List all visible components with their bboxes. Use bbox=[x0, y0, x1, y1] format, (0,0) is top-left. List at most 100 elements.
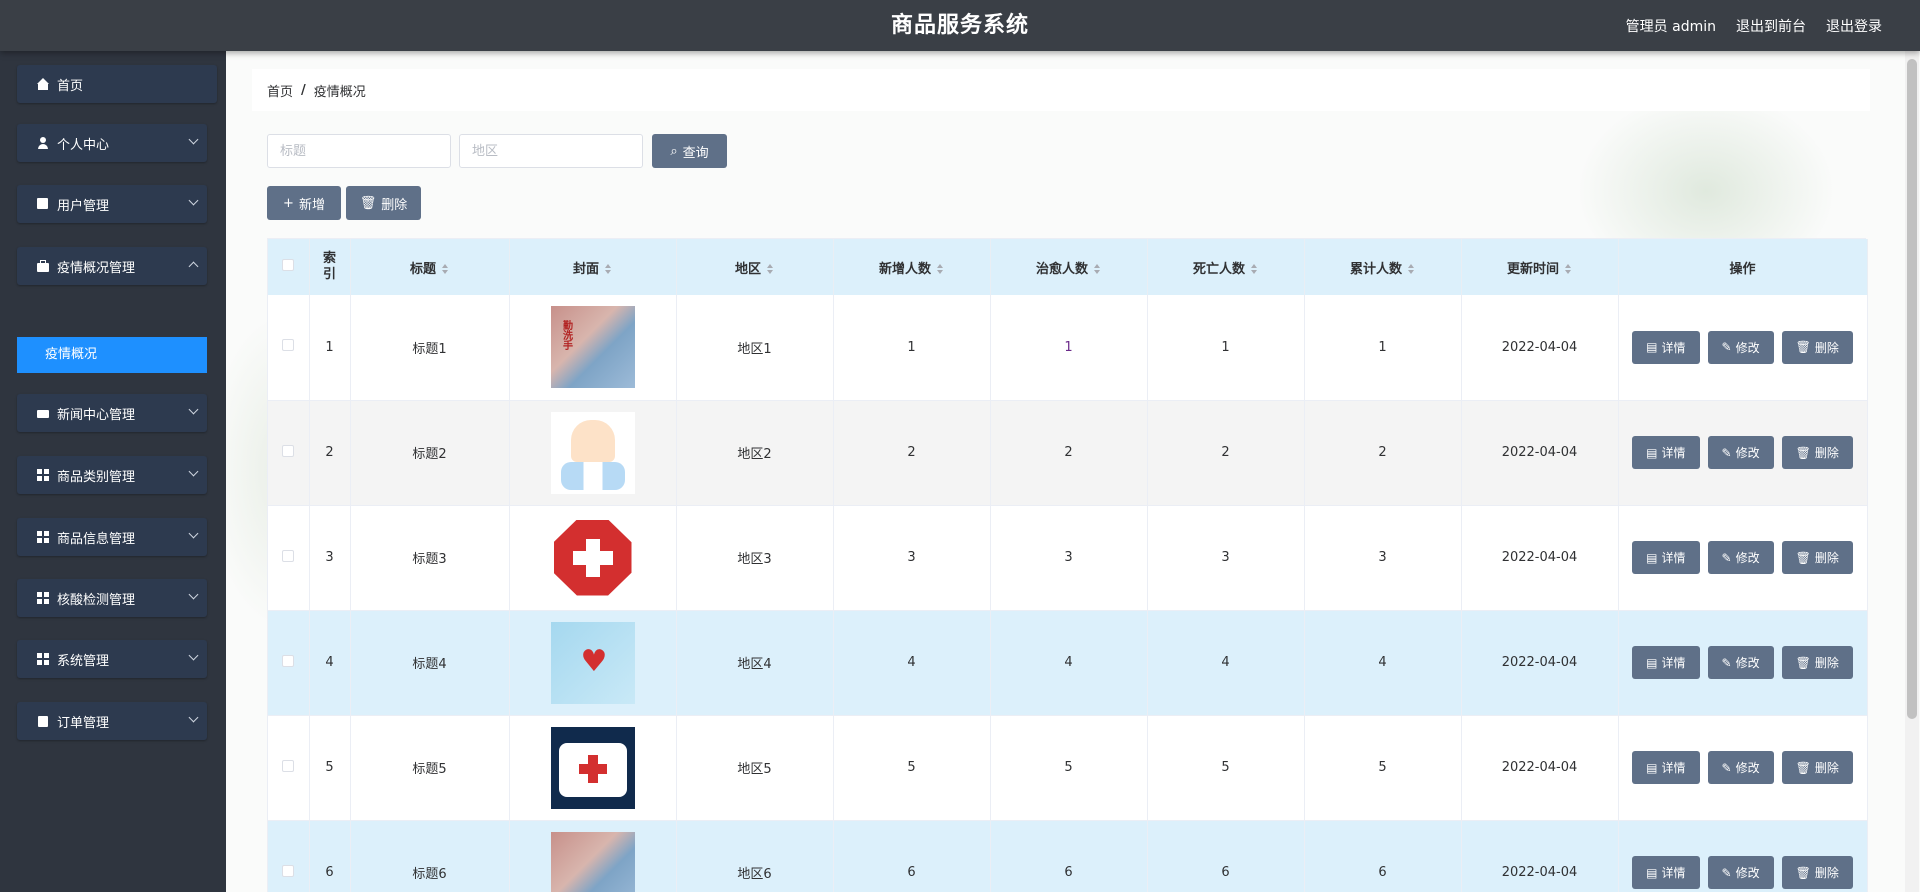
main-content: 首页 / 疫情概况 ⌕ 查询 + 新增 🗑 删除 索引 标题 bbox=[226, 51, 1920, 892]
delete-button[interactable]: 🗑 删除 bbox=[1781, 646, 1853, 679]
sidebar-item-users[interactable]: 用户管理 bbox=[17, 185, 207, 223]
row-select-cell[interactable] bbox=[268, 505, 310, 611]
table-header-row: 索引 标题 封面 地区 新增人数 治愈人数 死亡人数 累计人数 更新时间 操作 bbox=[268, 239, 1868, 295]
table-row: 6 标题6 地区6 6 6 6 6 2022-04-04 ▤ 详情 ✎ 修改 🗑 删除 bbox=[268, 820, 1868, 892]
sidebar-item-product-category[interactable]: 商品类别管理 bbox=[17, 456, 207, 494]
sort-icon[interactable] bbox=[766, 264, 774, 274]
header-title[interactable]: 标题 bbox=[350, 239, 510, 295]
cell-ops: ▤ 详情 ✎ 修改 🗑 删除 bbox=[1618, 820, 1868, 892]
cell-updated: 2022-04-04 bbox=[1461, 715, 1619, 821]
exit-to-front-link[interactable]: 退出到前台 bbox=[1736, 16, 1806, 36]
sidebar-subitem-epidemic-overview[interactable]: 疫情概况 bbox=[17, 337, 207, 373]
document-icon: ▤ bbox=[1646, 340, 1658, 355]
vertical-scrollbar[interactable] bbox=[1905, 51, 1919, 892]
edit-button[interactable]: ✎ 修改 bbox=[1707, 751, 1774, 784]
row-checkbox[interactable] bbox=[282, 759, 295, 772]
cell-cured: 1 bbox=[990, 295, 1148, 401]
row-select-cell[interactable] bbox=[268, 295, 310, 401]
sidebar-item-product-info[interactable]: 商品信息管理 bbox=[17, 518, 207, 556]
sort-icon[interactable] bbox=[604, 264, 612, 274]
cell-region: 地区2 bbox=[676, 400, 834, 506]
detail-button[interactable]: ▤ 详情 bbox=[1632, 646, 1700, 679]
sort-icon[interactable] bbox=[1250, 264, 1258, 274]
sort-icon[interactable] bbox=[441, 264, 449, 274]
row-select-cell[interactable] bbox=[268, 715, 310, 821]
sidebar-item-profile[interactable]: 个人中心 bbox=[17, 124, 207, 162]
edit-button[interactable]: ✎ 修改 bbox=[1707, 856, 1774, 889]
row-checkbox[interactable] bbox=[282, 549, 295, 562]
detail-button[interactable]: ▤ 详情 bbox=[1632, 751, 1700, 784]
row-checkbox[interactable] bbox=[282, 864, 295, 877]
cell-title: 标题1 bbox=[350, 295, 510, 401]
breadcrumb-home[interactable]: 首页 bbox=[267, 81, 293, 100]
chevron-up-icon bbox=[188, 261, 199, 272]
row-actions: ▤ 详情 ✎ 修改 🗑 删除 bbox=[1619, 330, 1867, 364]
chevron-down-icon bbox=[188, 466, 199, 477]
sort-icon[interactable] bbox=[936, 264, 944, 274]
delete-button-label: 删除 bbox=[1814, 761, 1839, 775]
delete-button[interactable]: 🗑 删除 bbox=[1781, 436, 1853, 469]
detail-button[interactable]: ▤ 详情 bbox=[1632, 330, 1700, 364]
sidebar-item-label: 首页 bbox=[57, 78, 84, 94]
table-row: 2 标题2 地区2 2 2 2 2 2022-04-04 ▤ 详情 ✎ 修改 🗑 删除 bbox=[268, 400, 1868, 506]
sort-icon[interactable] bbox=[1564, 264, 1572, 274]
edit-button-label: 修改 bbox=[1735, 656, 1760, 670]
edit-button[interactable]: ✎ 修改 bbox=[1707, 646, 1774, 679]
cover-image bbox=[550, 411, 635, 494]
table-row: 5 标题5 地区5 5 5 5 5 2022-04-04 ▤ 详情 ✎ 修改 🗑 删除 bbox=[268, 715, 1868, 821]
header-new[interactable]: 新增人数 bbox=[833, 239, 991, 295]
cell-updated: 2022-04-04 bbox=[1461, 820, 1619, 892]
sort-icon[interactable] bbox=[1093, 264, 1101, 274]
grid-icon bbox=[37, 469, 49, 481]
row-checkbox[interactable] bbox=[282, 339, 295, 352]
detail-button[interactable]: ▤ 详情 bbox=[1632, 436, 1700, 469]
header-cover[interactable]: 封面 bbox=[509, 239, 677, 295]
header-dead[interactable]: 死亡人数 bbox=[1147, 239, 1305, 295]
cover-image bbox=[550, 726, 635, 809]
header-region[interactable]: 地区 bbox=[676, 239, 834, 295]
sidebar-item-epidemic[interactable]: 疫情概况管理 bbox=[17, 247, 207, 285]
trash-icon: 🗑 bbox=[1795, 340, 1811, 355]
pencil-icon: ✎ bbox=[1721, 655, 1732, 670]
detail-button[interactable]: ▤ 详情 bbox=[1632, 856, 1700, 889]
select-all-cell[interactable] bbox=[268, 239, 310, 295]
header-dead-label: 死亡人数 bbox=[1192, 261, 1245, 277]
row-select-cell[interactable] bbox=[268, 820, 310, 892]
header-updated[interactable]: 更新时间 bbox=[1461, 239, 1619, 295]
chevron-down-icon bbox=[188, 134, 199, 145]
select-all-checkbox[interactable] bbox=[282, 259, 295, 271]
pencil-icon: ✎ bbox=[1721, 865, 1732, 880]
cell-updated: 2022-04-04 bbox=[1461, 400, 1619, 506]
batch-delete-button[interactable]: 🗑 删除 bbox=[346, 186, 421, 220]
edit-button[interactable]: ✎ 修改 bbox=[1707, 541, 1774, 574]
logout-link[interactable]: 退出登录 bbox=[1826, 16, 1882, 36]
header-cured[interactable]: 治愈人数 bbox=[990, 239, 1148, 295]
query-button[interactable]: ⌕ 查询 bbox=[652, 134, 727, 168]
delete-button[interactable]: 🗑 删除 bbox=[1781, 330, 1853, 364]
add-button[interactable]: + 新增 bbox=[267, 186, 341, 220]
trash-icon: 🗑 bbox=[1795, 550, 1811, 565]
row-select-cell[interactable] bbox=[268, 400, 310, 506]
delete-button[interactable]: 🗑 删除 bbox=[1781, 751, 1853, 784]
row-checkbox[interactable] bbox=[282, 444, 295, 457]
sidebar-item-orders[interactable]: 订单管理 bbox=[17, 702, 207, 740]
detail-button[interactable]: ▤ 详情 bbox=[1632, 541, 1700, 574]
delete-button[interactable]: 🗑 删除 bbox=[1781, 856, 1853, 889]
sidebar-item-nucleic-test[interactable]: 核酸检测管理 bbox=[17, 579, 207, 617]
sidebar-item-home[interactable]: 首页 bbox=[17, 65, 217, 103]
delete-button[interactable]: 🗑 删除 bbox=[1781, 541, 1853, 574]
sort-icon[interactable] bbox=[1407, 264, 1415, 274]
edit-button-label: 修改 bbox=[1735, 866, 1760, 880]
scrollbar-thumb[interactable] bbox=[1907, 59, 1917, 719]
edit-button[interactable]: ✎ 修改 bbox=[1707, 330, 1774, 364]
chevron-down-icon bbox=[188, 589, 199, 600]
sidebar-item-system[interactable]: 系统管理 bbox=[17, 640, 207, 678]
region-search-input[interactable] bbox=[459, 134, 643, 168]
row-checkbox[interactable] bbox=[282, 654, 295, 667]
sidebar-item-news[interactable]: 新闻中心管理 bbox=[17, 394, 207, 432]
news-icon bbox=[37, 407, 49, 419]
title-search-input[interactable] bbox=[267, 134, 451, 168]
edit-button[interactable]: ✎ 修改 bbox=[1707, 436, 1774, 469]
row-select-cell[interactable] bbox=[268, 610, 310, 716]
header-total[interactable]: 累计人数 bbox=[1304, 239, 1462, 295]
